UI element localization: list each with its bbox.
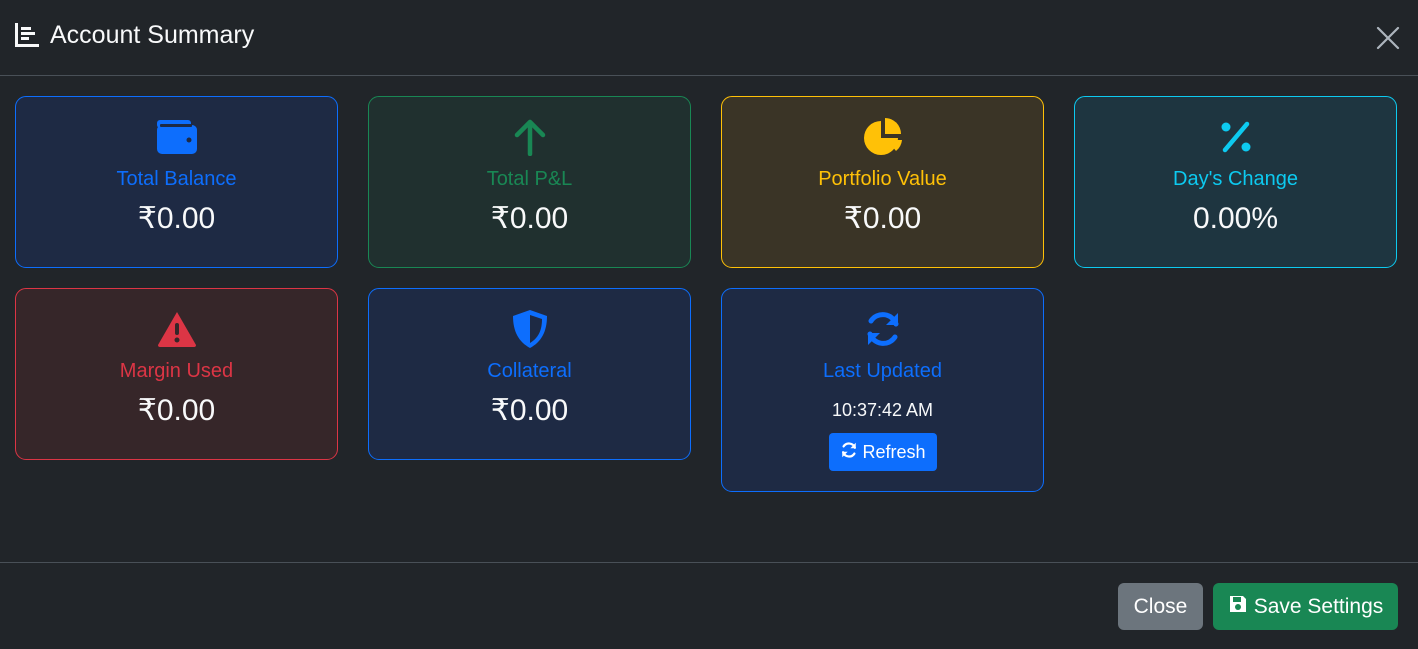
pie-chart-icon <box>861 117 905 157</box>
title-wrap: Account Summary <box>14 20 254 50</box>
card-margin-used: Margin Used ₹0.00 <box>15 288 338 460</box>
save-label: Save Settings <box>1253 594 1384 618</box>
save-icon <box>1228 594 1248 620</box>
card-value: ₹0.00 <box>490 394 569 427</box>
refresh-button[interactable]: Refresh <box>829 433 937 471</box>
modal-header: Account Summary <box>0 0 1418 76</box>
card-portfolio-value: Portfolio Value ₹0.00 <box>721 96 1044 268</box>
save-settings-button[interactable]: Save Settings <box>1213 583 1398 630</box>
card-label: Total P&L <box>486 168 573 190</box>
card-label: Total Balance <box>116 168 237 190</box>
card-value: 0.00% <box>1192 202 1279 235</box>
warning-icon <box>155 309 199 349</box>
refresh-label: Refresh <box>862 441 926 462</box>
card-value: ₹0.00 <box>490 202 569 235</box>
card-label: Collateral <box>487 360 572 382</box>
last-updated-time: 10:37:42 AM <box>831 400 934 420</box>
wallet-icon <box>155 117 199 157</box>
percent-icon <box>1214 117 1258 157</box>
card-value: ₹0.00 <box>137 202 216 235</box>
card-label: Margin Used <box>119 360 234 382</box>
sync-icon <box>840 441 858 464</box>
close-button[interactable]: Close <box>1118 583 1203 630</box>
card-value: ₹0.00 <box>137 394 216 427</box>
card-label: Day's Change <box>1173 168 1298 190</box>
card-total-pnl: Total P&L ₹0.00 <box>368 96 691 268</box>
modal-footer: Close Save Settings <box>0 562 1418 649</box>
card-total-balance: Total Balance ₹0.00 <box>15 96 338 268</box>
sync-icon <box>861 309 905 349</box>
close-label: Close <box>1133 594 1188 618</box>
card-label: Portfolio Value <box>818 168 947 190</box>
chart-bar-icon <box>14 22 40 48</box>
shield-icon <box>508 309 552 349</box>
card-days-change: Day's Change 0.00% <box>1074 96 1397 268</box>
card-collateral: Collateral ₹0.00 <box>368 288 691 460</box>
card-value: ₹0.00 <box>843 202 922 235</box>
close-icon[interactable] <box>1372 22 1404 54</box>
card-last-updated: Last Updated 10:37:42 AM Refresh <box>721 288 1044 492</box>
card-label: Last Updated <box>823 360 942 382</box>
modal-title: Account Summary <box>50 21 255 49</box>
arrow-up-icon <box>508 117 552 157</box>
